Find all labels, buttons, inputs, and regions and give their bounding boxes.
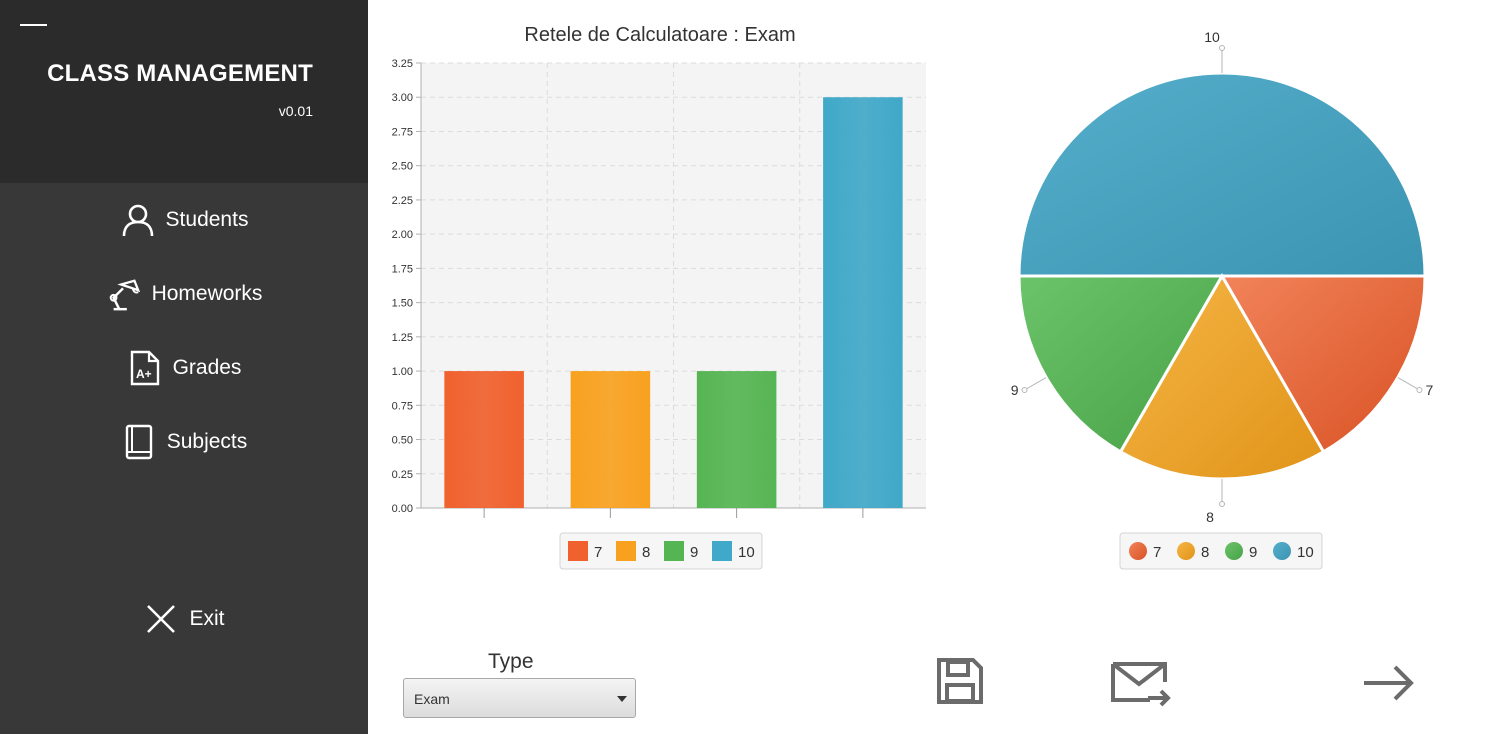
email-send-icon (1111, 662, 1171, 707)
pie-label-8: 8 (1206, 509, 1214, 525)
type-label: Type (488, 650, 534, 673)
legend-frame (1119, 532, 1323, 570)
y-tick-label: 1.00 (392, 366, 413, 378)
pie-label-7: 7 (1425, 382, 1433, 398)
nav-item-grades[interactable]: A+ Grades (0, 343, 368, 393)
y-tick-label: 0.00 (392, 503, 413, 515)
legend-label: 7 (594, 544, 602, 561)
bar-10 (823, 97, 903, 508)
bar-chart: 0.00 0.25 0.50 0.75 1.00 1.25 1.50 1.75 2.00 2.25… (392, 58, 926, 570)
y-tick-label: 0.25 (392, 469, 413, 481)
bar-legend: 7 8 9 10 (559, 532, 763, 570)
y-tick-label: 0.75 (392, 400, 413, 412)
nav-item-students[interactable]: Students (0, 195, 368, 245)
sidebar: CLASS MANAGEMENT v0.01 Students Homework… (0, 0, 368, 734)
pie-label-dot (1219, 501, 1225, 507)
legend-dot (1273, 542, 1291, 560)
type-select-value: Exam (414, 691, 450, 707)
svg-text:A+: A+ (136, 367, 152, 381)
legend-item-8: 8 (616, 541, 650, 561)
legend-label: 10 (738, 544, 755, 561)
legend-label: 8 (1201, 544, 1209, 561)
legend-item-9: 9 (664, 541, 698, 561)
save-icon (937, 658, 983, 704)
legend-dot (1225, 542, 1243, 560)
pie-label-dot (1416, 387, 1423, 393)
legend-dot (1129, 542, 1147, 560)
bar-9 (696, 371, 777, 508)
pie-chart: 10 7 8 9 7 8 9 10 (1011, 30, 1433, 570)
pie-label-dot (1021, 387, 1028, 393)
legend-swatch (568, 541, 588, 561)
legend-swatch (712, 541, 732, 561)
nav-label-grades: Grades (172, 356, 242, 379)
grade-file-icon: A+ (127, 350, 163, 386)
user-icon (120, 202, 156, 238)
y-tick-label: 0.50 (392, 435, 413, 447)
legend-dot (1177, 542, 1195, 560)
pie-legend: 7 8 9 10 (1119, 532, 1323, 570)
sidebar-header: CLASS MANAGEMENT v0.01 (0, 0, 368, 183)
legend-swatch (616, 541, 636, 561)
legend-label: 9 (1249, 544, 1257, 561)
exit-button[interactable]: Exit (0, 594, 368, 644)
y-tick-label: 2.50 (392, 161, 413, 173)
type-select[interactable]: Exam (403, 678, 636, 718)
menu-toggle-icon[interactable] (20, 24, 47, 26)
pie-label-dot (1219, 45, 1225, 51)
y-tick-label: 1.75 (392, 263, 413, 275)
next-button[interactable] (1362, 663, 1414, 708)
y-tick-label: 3.25 (392, 58, 413, 70)
pie-label-line (1397, 377, 1420, 391)
save-button[interactable] (936, 657, 984, 710)
y-tick-label: 2.75 (392, 126, 413, 138)
chevron-down-icon (617, 696, 627, 702)
y-tick-label: 1.25 (392, 332, 413, 344)
bar-8 (570, 371, 651, 508)
nav-item-homeworks[interactable]: Homeworks (0, 269, 368, 319)
pie-label-line (1024, 377, 1047, 391)
app-title: CLASS MANAGEMENT (47, 60, 313, 87)
y-tick-label: 1.50 (392, 298, 413, 310)
y-tick-label: 2.00 (392, 229, 413, 241)
pie-label-10: 10 (1204, 30, 1220, 45)
exit-label: Exit (189, 607, 225, 630)
nav-label-homeworks: Homeworks (151, 282, 263, 305)
pie-label-9: 9 (1011, 382, 1019, 398)
send-email-button[interactable] (1110, 660, 1172, 713)
y-tick-label: 2.25 (392, 195, 413, 207)
app-version: v0.01 (278, 103, 313, 119)
legend-label: 10 (1297, 544, 1314, 561)
nav-label-students: Students (165, 208, 249, 231)
legend-swatch (664, 541, 684, 561)
y-tick-label: 3.00 (392, 92, 413, 104)
nav-item-subjects[interactable]: Subjects (0, 417, 368, 467)
arrow-right-icon (1364, 665, 1414, 701)
legend-label: 7 (1153, 544, 1161, 561)
desk-lamp-icon (106, 276, 142, 312)
legend-item-7: 7 (568, 541, 602, 561)
legend-label: 9 (690, 544, 698, 561)
legend-label: 8 (642, 544, 650, 561)
pie-slice-10 (1017, 71, 1427, 278)
book-icon (121, 424, 157, 460)
nav-label-subjects: Subjects (166, 430, 248, 453)
bar-7 (444, 371, 524, 508)
close-icon (143, 601, 179, 637)
